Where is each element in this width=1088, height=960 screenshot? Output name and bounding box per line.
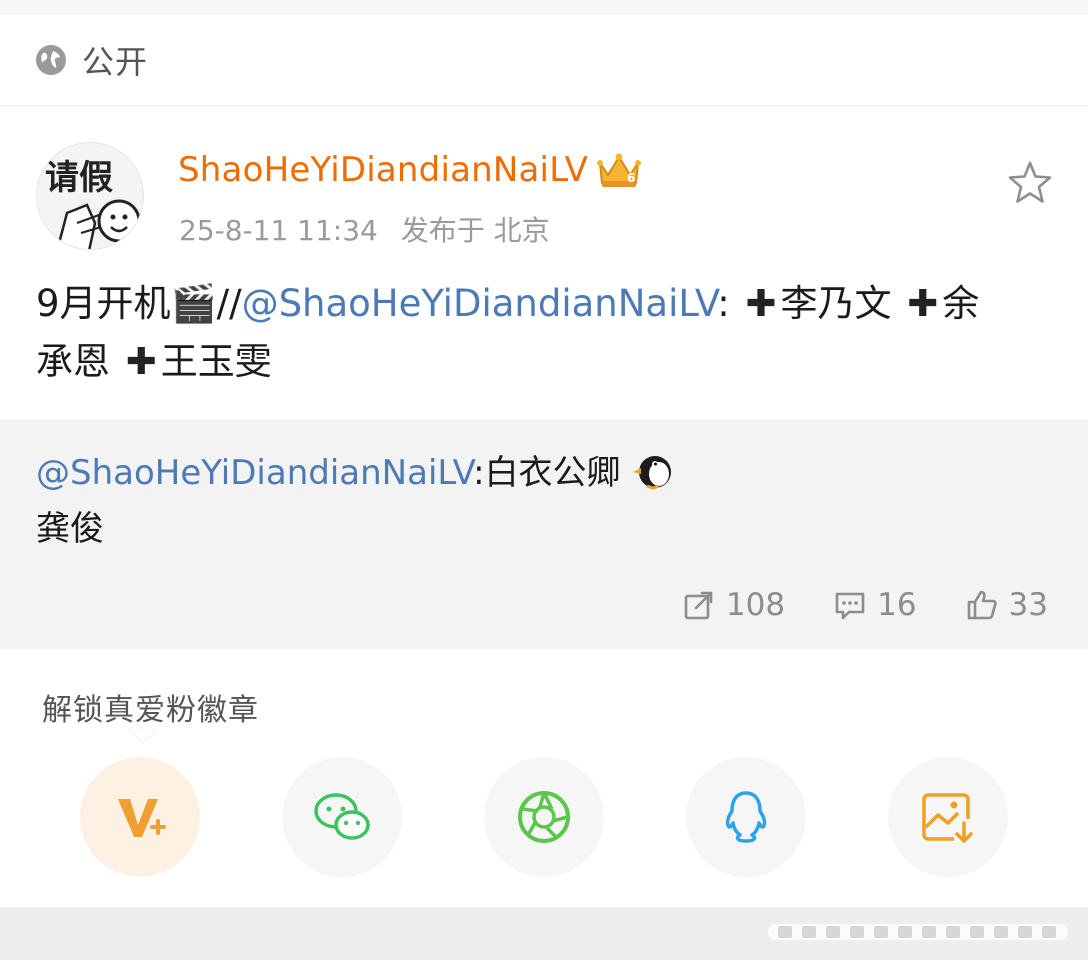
- post-location: 发布于 北京: [400, 214, 550, 247]
- repost-mention-link[interactable]: @ShaoHeYiDiandianNaiLV: [36, 453, 473, 493]
- share-save-image-button[interactable]: [888, 757, 1008, 877]
- like-button[interactable]: 33: [965, 587, 1048, 623]
- globe-icon: [36, 44, 66, 75]
- comment-button[interactable]: 16: [833, 587, 917, 623]
- repost-count: 108: [725, 587, 786, 623]
- cast-name-1: 李乃文: [780, 282, 892, 325]
- reposted-content[interactable]: @ShaoHeYiDiandianNaiLV:白衣公卿 龚俊 108 16 33: [0, 419, 1088, 649]
- tooltip-arrow-icon: [128, 729, 158, 744]
- cast-name-3: 王玉雯: [160, 340, 272, 383]
- visibility-bar[interactable]: 公开: [0, 14, 1088, 106]
- moments-aperture-icon: [518, 791, 570, 843]
- repost-button[interactable]: 108: [682, 587, 785, 623]
- post-text-prefix: 9月开机: [36, 282, 171, 325]
- visibility-label: 公开: [82, 42, 149, 81]
- share-panel: 解锁真爱粉徽章: [0, 649, 1088, 907]
- comment-count: 16: [877, 587, 917, 623]
- v-plus-icon: [118, 799, 166, 837]
- plus-icon: ✚: [745, 282, 777, 325]
- plus-icon: ✚: [125, 340, 157, 383]
- avatar[interactable]: 请假: [36, 142, 144, 250]
- post-stats: 108 16 33: [682, 587, 1048, 623]
- comment-icon: [835, 592, 865, 620]
- repost-text-line1: 白衣公卿: [484, 453, 621, 493]
- top-strip: [0, 0, 1088, 14]
- repost-body: @ShaoHeYiDiandianNaiLV:白衣公卿 龚俊: [36, 445, 1046, 557]
- save-image-icon: [922, 793, 973, 843]
- repost-text-line2: 龚俊: [36, 509, 104, 549]
- star-outline-icon[interactable]: [1004, 157, 1056, 209]
- svg-text:6: 6: [627, 171, 636, 185]
- share-wechat-button[interactable]: [282, 757, 402, 877]
- share-qq-button[interactable]: [686, 757, 806, 877]
- like-count: 33: [1008, 587, 1048, 623]
- clapper-emoji: 🎬: [170, 282, 217, 325]
- share-button-row: [80, 757, 1008, 877]
- post-mention-link[interactable]: @ShaoHeYiDiandianNaiLV: [242, 282, 718, 325]
- cast-name-2b: 承恩: [36, 340, 110, 383]
- username[interactable]: ShaoHeYiDiandianNaiLV 6: [178, 149, 644, 191]
- avatar-image: 请假: [37, 143, 143, 249]
- share-arrow-icon: [684, 591, 713, 620]
- share-moments-button[interactable]: [484, 757, 604, 877]
- penguin-icon: [633, 456, 672, 490]
- thumbs-up-icon: [967, 590, 997, 620]
- wechat-icon: [314, 793, 370, 840]
- badge-unlock-label[interactable]: 解锁真爱粉徽章: [42, 685, 259, 729]
- username-text: ShaoHeYiDiandianNaiLV: [178, 150, 589, 190]
- cast-name-2a: 余: [942, 282, 980, 325]
- share-vip-button[interactable]: [80, 757, 200, 877]
- watermark-icon: [768, 924, 1068, 940]
- crown-vip-icon: 6: [597, 153, 642, 187]
- svg-text:请假: 请假: [45, 158, 113, 198]
- post-slashes: //: [216, 282, 242, 325]
- plus-icon: ✚: [907, 282, 939, 325]
- post-colon: :: [717, 282, 730, 325]
- post-body: 9月开机🎬//@ShaoHeYiDiandianNaiLV: ✚ 李乃文 ✚ 余 承…: [36, 275, 1046, 391]
- post-timestamp: 25-8-11 11:34: [179, 214, 378, 247]
- weibo-post: 请假 ShaoHeYiDiandianNaiLV 6 25-8-11 11:34…: [0, 107, 1088, 419]
- repost-colon: :: [473, 453, 485, 493]
- post-meta: 25-8-11 11:34 发布于 北京: [179, 209, 550, 249]
- qq-penguin-icon: [725, 791, 767, 843]
